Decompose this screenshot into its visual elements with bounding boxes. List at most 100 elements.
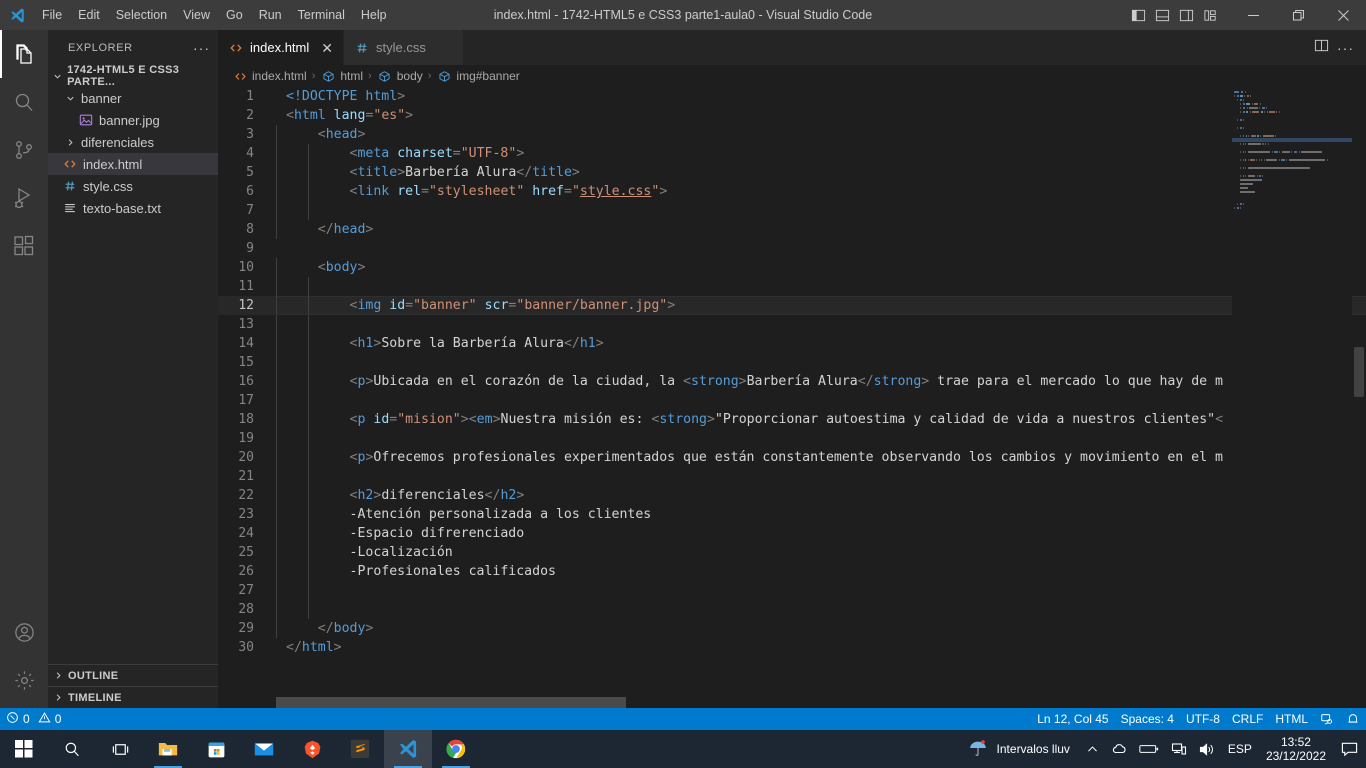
- scrollbar-thumb[interactable]: [1354, 347, 1364, 397]
- status-language-mode[interactable]: HTML: [1269, 708, 1314, 730]
- customize-layout-icon[interactable]: [1199, 0, 1221, 30]
- menu-help[interactable]: Help: [353, 0, 395, 30]
- taskbar-sublime-text-button[interactable]: [336, 730, 384, 768]
- maximize-restore-button[interactable]: [1276, 0, 1321, 30]
- split-editor-icon[interactable]: [1314, 38, 1329, 58]
- code-line[interactable]: 16 <p>Ubicada en el corazón de la ciudad…: [218, 372, 1366, 391]
- toggle-primary-sidebar-icon[interactable]: [1127, 0, 1149, 30]
- menu-terminal[interactable]: Terminal: [290, 0, 353, 30]
- activity-run-and-debug[interactable]: [0, 174, 48, 222]
- code-line[interactable]: 4 <meta charset="UTF-8">: [218, 144, 1366, 163]
- code-line[interactable]: 28: [218, 600, 1366, 619]
- code-line[interactable]: 12 <img id="banner" scr="banner/banner.j…: [218, 296, 1366, 315]
- code-line[interactable]: 8 </head>: [218, 220, 1366, 239]
- tree-item-texto-base-txt[interactable]: texto-base.txt: [48, 197, 218, 219]
- taskbar-weather[interactable]: Intervalos lluv: [961, 737, 1080, 762]
- code-line[interactable]: 21: [218, 467, 1366, 486]
- menu-go[interactable]: Go: [218, 0, 251, 30]
- section-timeline[interactable]: TIMELINE: [48, 686, 218, 708]
- code-line[interactable]: 18 <p id="mision"><em>Nuestra misión es:…: [218, 410, 1366, 429]
- tree-item-index-html[interactable]: index.html: [48, 153, 218, 175]
- code-line[interactable]: 13: [218, 315, 1366, 334]
- code-editor[interactable]: 1 <!DOCTYPE html> 2 <html lang="es"> 3 <head…: [218, 87, 1366, 708]
- code-line[interactable]: 15: [218, 353, 1366, 372]
- taskbar-mail-button[interactable]: [240, 730, 288, 768]
- code-line[interactable]: 23 -Atención personalizada a los cliente…: [218, 505, 1366, 524]
- code-line[interactable]: 26 -Profesionales calificados: [218, 562, 1366, 581]
- activity-explorer[interactable]: [0, 30, 48, 78]
- editor-horizontal-scrollbar[interactable]: [218, 697, 1232, 708]
- taskbar-clock[interactable]: 13:52 23/12/2022: [1258, 735, 1334, 763]
- code-line[interactable]: 11: [218, 277, 1366, 296]
- tab-index-html[interactable]: index.html ✕: [218, 30, 344, 65]
- activity-search[interactable]: [0, 78, 48, 126]
- tab-style-css[interactable]: style.css: [343, 30, 464, 65]
- toggle-secondary-sidebar-icon[interactable]: [1175, 0, 1197, 30]
- code-line[interactable]: 1 <!DOCTYPE html>: [218, 87, 1366, 106]
- code-line[interactable]: 3 <head>: [218, 125, 1366, 144]
- activity-extensions[interactable]: [0, 222, 48, 270]
- code-line[interactable]: 10 <body>: [218, 258, 1366, 277]
- sidebar-more-actions-icon[interactable]: ···: [193, 40, 210, 56]
- code-line[interactable]: 2 <html lang="es">: [218, 106, 1366, 125]
- code-line[interactable]: 6 <link rel="stylesheet" href="style.css…: [218, 182, 1366, 201]
- code-line[interactable]: 20 <p>Ofrecemos profesionales experiment…: [218, 448, 1366, 467]
- menu-selection[interactable]: Selection: [108, 0, 175, 30]
- code-line[interactable]: 22 <h2>diferenciales</h2>: [218, 486, 1366, 505]
- code-line[interactable]: 24 -Espacio difrerenciado: [218, 524, 1366, 543]
- breadcrumb-item-img-banner[interactable]: img#banner: [436, 69, 520, 83]
- breadcrumb-item-body[interactable]: body: [377, 69, 423, 83]
- menu-file[interactable]: File: [34, 0, 70, 30]
- minimize-button[interactable]: [1231, 0, 1276, 30]
- menu-view[interactable]: View: [175, 0, 218, 30]
- code-line[interactable]: 17: [218, 391, 1366, 410]
- code-line[interactable]: 30 </html>: [218, 638, 1366, 657]
- code-line[interactable]: 5 <title>Barbería Alura</title>: [218, 163, 1366, 182]
- editor-vertical-scrollbar[interactable]: [1352, 87, 1366, 708]
- taskbar-notification-icon[interactable]: [1334, 730, 1364, 768]
- code-line[interactable]: 7: [218, 201, 1366, 220]
- tray-volume-icon[interactable]: [1193, 730, 1222, 768]
- tree-item-diferenciales-folder[interactable]: diferenciales: [48, 131, 218, 153]
- toggle-panel-icon[interactable]: [1151, 0, 1173, 30]
- menu-edit[interactable]: Edit: [70, 0, 108, 30]
- code-line[interactable]: 14 <h1>Sobre la Barbería Alura</h1>: [218, 334, 1366, 353]
- code-line[interactable]: 25 -Localización: [218, 543, 1366, 562]
- code-line[interactable]: 19: [218, 429, 1366, 448]
- status-live-share[interactable]: [1314, 708, 1340, 730]
- close-button[interactable]: [1321, 0, 1366, 30]
- explorer-root-folder[interactable]: 1742-HTML5 E CSS3 PARTE...: [48, 64, 218, 88]
- activity-manage-settings[interactable]: [0, 656, 48, 704]
- taskbar-chrome-button[interactable]: [432, 730, 480, 768]
- tray-network-icon[interactable]: [1165, 730, 1193, 768]
- taskbar-vscode-button[interactable]: [384, 730, 432, 768]
- tree-item-style-css[interactable]: style.css: [48, 175, 218, 197]
- more-actions-icon[interactable]: ···: [1337, 40, 1354, 56]
- section-outline[interactable]: OUTLINE: [48, 664, 218, 686]
- menu-run[interactable]: Run: [251, 0, 290, 30]
- code-line[interactable]: 9: [218, 239, 1366, 258]
- taskbar-search-button[interactable]: [48, 730, 96, 768]
- code-line[interactable]: 29 </body>: [218, 619, 1366, 638]
- tray-chevron-up-icon[interactable]: [1080, 730, 1105, 768]
- status-eol[interactable]: CRLF: [1226, 708, 1269, 730]
- code-line[interactable]: 27: [218, 581, 1366, 600]
- scrollbar-thumb[interactable]: [276, 697, 626, 708]
- status-cursor-position[interactable]: Ln 12, Col 45: [1031, 708, 1114, 730]
- taskbar-brave-button[interactable]: [288, 730, 336, 768]
- tree-item-banner-folder[interactable]: banner: [48, 87, 218, 109]
- tray-language-indicator[interactable]: ESP: [1222, 730, 1258, 768]
- taskbar-task-view-button[interactable]: [96, 730, 144, 768]
- breadcrumb-item-file[interactable]: index.html: [232, 69, 307, 83]
- taskbar-file-explorer-button[interactable]: [144, 730, 192, 768]
- taskbar-start-button[interactable]: [0, 730, 48, 768]
- tree-item-banner-jpg[interactable]: banner.jpg: [48, 109, 218, 131]
- activity-source-control[interactable]: [0, 126, 48, 174]
- taskbar-microsoft-store-button[interactable]: [192, 730, 240, 768]
- minimap[interactable]: [1232, 87, 1352, 708]
- status-problems[interactable]: 0 0: [0, 708, 67, 730]
- breadcrumb-item-html[interactable]: html: [320, 69, 363, 83]
- tray-battery-icon[interactable]: [1133, 730, 1165, 768]
- activity-accounts[interactable]: [0, 608, 48, 656]
- status-notifications-bell-icon[interactable]: [1340, 708, 1366, 730]
